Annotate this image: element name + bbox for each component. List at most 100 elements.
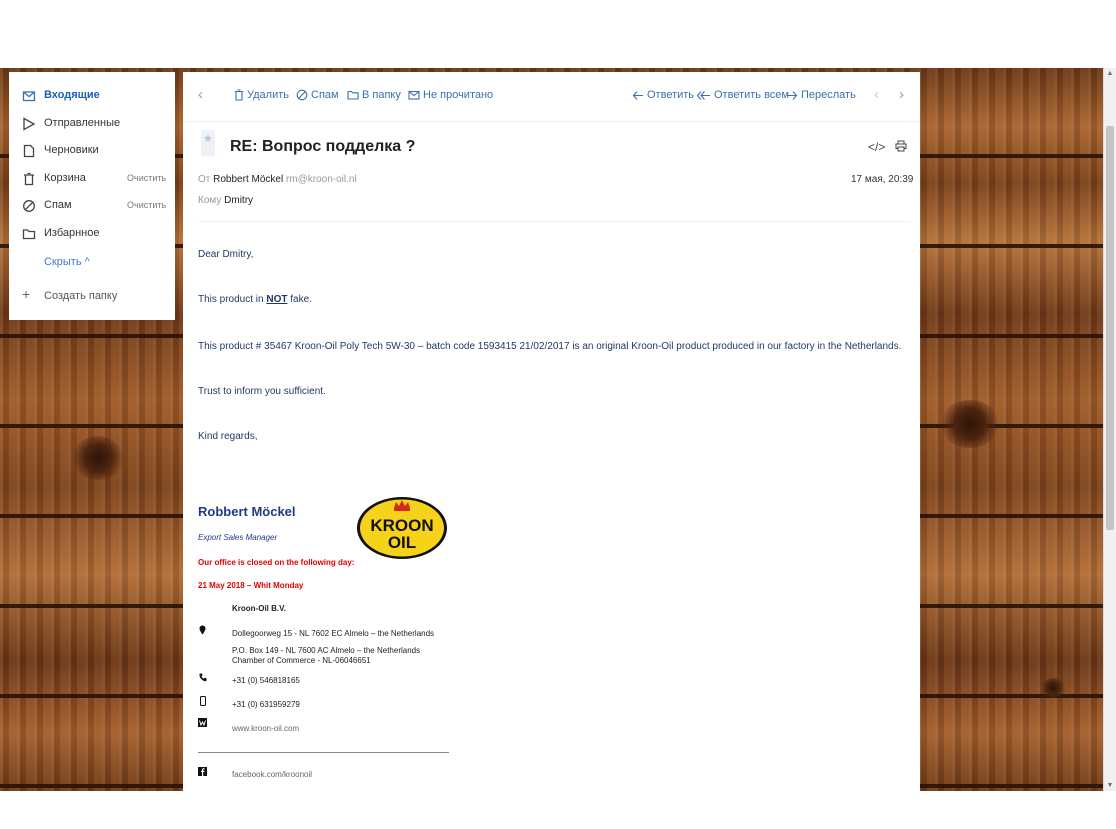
sidebar-item-sent[interactable]: Отправленные <box>9 113 175 135</box>
facebook-icon <box>198 767 207 778</box>
delete-button[interactable]: Удалить <box>234 89 289 101</box>
sidebar-item-label: Черновики <box>44 144 99 156</box>
sidebar-item-label: Избарнное <box>44 227 100 239</box>
move-to-folder-button[interactable]: В папку <box>347 89 401 101</box>
message-view: ‹ Удалить Спам В папку Не прочитано Отве… <box>183 72 920 791</box>
forward-label: Переслать <box>801 89 856 101</box>
logo-text-oil: OIL <box>388 533 416 552</box>
page-scrollbar[interactable]: ▲ ▼ <box>1103 68 1116 791</box>
body-paragraph: This product in NOT fake. <box>198 294 312 305</box>
signature-name: Robbert Möckel <box>198 504 296 519</box>
sidebar-item-drafts[interactable]: Черновики <box>9 140 175 162</box>
print-icon[interactable] <box>895 140 907 152</box>
folder-icon <box>22 229 36 240</box>
sidebar-item-label: Отправленные <box>44 117 121 129</box>
po-box-line: P.O. Box 149 - NL 7600 AC Almelo – the N… <box>232 646 421 655</box>
move-to-folder-label: В папку <box>362 89 401 101</box>
facebook-link[interactable]: facebook.com/kroonoil <box>232 770 312 779</box>
sent-icon <box>23 117 36 131</box>
forward-icon <box>787 90 798 100</box>
flag-button[interactable]: ★ <box>201 130 215 156</box>
location-icon <box>198 625 207 636</box>
emphasis-not: NOT <box>266 294 288 305</box>
sidebar-item-favorites[interactable]: Избарнное <box>9 223 175 245</box>
sidebar-item-spam[interactable]: Спам Очистить <box>9 195 175 217</box>
mark-unread-label: Не прочитано <box>423 89 494 101</box>
scrollbar-thumb[interactable] <box>1106 126 1114 530</box>
office-notice: Our office is closed on the following da… <box>198 558 355 567</box>
wood-knot <box>1040 678 1066 698</box>
divider <box>198 752 449 753</box>
star-icon: ★ <box>203 133 213 145</box>
sidebar-item-label: Корзина <box>44 172 86 184</box>
spam-label: Спам <box>311 89 339 101</box>
closing: Kind regards, <box>198 431 258 442</box>
greeting: Dear Dmitry, <box>198 249 254 260</box>
delete-label: Удалить <box>247 89 289 101</box>
clear-spam-button[interactable]: Очистить <box>127 200 166 210</box>
recipient-row: Кому Dmitry <box>198 195 253 206</box>
trash-icon <box>234 89 244 101</box>
reply-label: Ответить <box>647 89 695 101</box>
message-subject: RE: Вопрос подделка ? <box>230 138 416 155</box>
reply-all-label: Ответить всем <box>714 89 789 101</box>
trash-icon <box>24 172 34 186</box>
phone-number[interactable]: +31 (0) 546818165 <box>232 676 300 685</box>
chamber-line: Chamber of Commerce - NL-06046651 <box>232 656 371 665</box>
message-toolbar: ‹ Удалить Спам В папку Не прочитано Отве… <box>183 72 920 122</box>
phone-icon <box>198 673 207 684</box>
reply-button[interactable]: Ответить <box>632 89 694 101</box>
kroon-oil-logo: KROON OIL <box>357 497 447 559</box>
sender-row: От Robbert Möckel rm@kroon-oil.nl <box>198 174 357 185</box>
website-link[interactable]: www.kroon-oil.com <box>232 724 299 733</box>
subject-row: ★ RE: Вопрос подделка ? </> <box>183 128 920 168</box>
envelope-icon <box>408 90 420 100</box>
wood-knot <box>72 436 124 480</box>
clear-trash-button[interactable]: Очистить <box>127 173 166 183</box>
from-label: От <box>198 174 211 185</box>
reply-all-icon <box>696 90 710 100</box>
address-line: Dollegoorweg 15 - NL 7602 EC Almelo – th… <box>232 629 435 638</box>
spam-button[interactable]: Спам <box>296 89 339 101</box>
screen: ▲ ▼ Входящие Отправленные Черновики Корз… <box>0 0 1116 829</box>
body-paragraph: Trust to inform you sufficient. <box>198 386 326 397</box>
sidebar-item-label: Спам <box>44 199 72 211</box>
sidebar-item-label: Входящие <box>44 89 100 101</box>
body-text: This product in <box>198 294 267 305</box>
folder-icon <box>347 90 359 100</box>
divider <box>198 221 910 222</box>
website-icon <box>198 718 207 729</box>
inbox-icon <box>22 91 36 102</box>
previous-message-icon[interactable]: ‹ <box>874 86 879 103</box>
next-message-icon[interactable]: › <box>899 86 904 103</box>
scroll-up-icon[interactable]: ▲ <box>1105 70 1115 77</box>
sender-email[interactable]: rm@kroon-oil.nl <box>286 174 357 185</box>
mobile-icon <box>198 696 207 707</box>
sidebar-item-inbox[interactable]: Входящие <box>9 85 175 107</box>
folder-sidebar: Входящие Отправленные Черновики Корзина … <box>9 72 175 320</box>
reply-icon <box>632 90 643 100</box>
code-icon[interactable]: </> <box>868 140 885 154</box>
mobile-number[interactable]: +31 (0) 631959279 <box>232 700 300 709</box>
sender-name[interactable]: Robbert Möckel <box>213 174 283 185</box>
back-icon[interactable]: ‹ <box>198 86 203 103</box>
spam-icon <box>23 200 35 212</box>
body-text: fake. <box>287 294 312 305</box>
holiday-notice: 21 May 2018 – Whit Monday <box>198 581 304 590</box>
mark-unread-button[interactable]: Не прочитано <box>408 89 493 101</box>
body-paragraph: This product # 35467 Kroon-Oil Poly Tech… <box>198 341 902 352</box>
scroll-down-icon[interactable]: ▼ <box>1105 782 1115 789</box>
drafts-icon <box>23 144 35 158</box>
create-folder-button[interactable]: + Создать папку <box>22 286 117 302</box>
reply-all-button[interactable]: Ответить всем <box>696 89 789 101</box>
wood-knot <box>940 400 1000 448</box>
hide-folders-link[interactable]: Скрыть ^ <box>44 256 90 268</box>
forward-button[interactable]: Переслать <box>786 89 856 101</box>
signature-title: Export Sales Manager <box>198 533 278 542</box>
recipient-name[interactable]: Dmitry <box>224 195 253 206</box>
plus-icon: + <box>22 286 31 302</box>
spam-icon <box>296 89 308 101</box>
sidebar-item-trash[interactable]: Корзина Очистить <box>9 168 175 190</box>
to-label: Кому <box>198 195 222 206</box>
message-date: 17 мая, 20:39 <box>851 174 914 185</box>
